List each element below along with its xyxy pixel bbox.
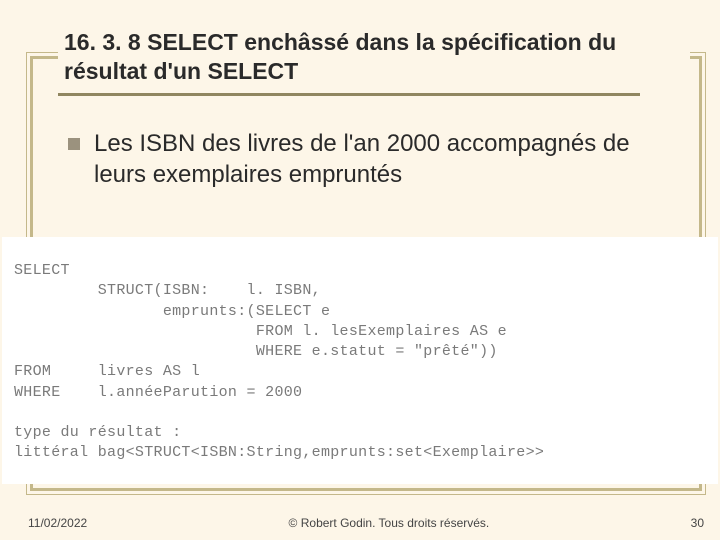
bullet-item: Les ISBN des livres de l'an 2000 accompa… bbox=[68, 128, 680, 190]
code-block: SELECT STRUCT(ISBN: l. ISBN, emprunts:(S… bbox=[2, 237, 718, 484]
square-bullet-icon bbox=[68, 138, 80, 150]
bullet-text: Les ISBN des livres de l'an 2000 accompa… bbox=[94, 128, 680, 190]
code-content: SELECT STRUCT(ISBN: l. ISBN, emprunts:(S… bbox=[14, 261, 706, 464]
title-underline bbox=[58, 93, 640, 96]
footer-copyright: © Robert Godin. Tous droits réservés. bbox=[87, 516, 690, 530]
slide-title: 16. 3. 8 SELECT enchâssé dans la spécifi… bbox=[64, 28, 684, 86]
footer: 11/02/2022 © Robert Godin. Tous droits r… bbox=[0, 516, 720, 530]
footer-date: 11/02/2022 bbox=[28, 516, 87, 530]
title-box: 16. 3. 8 SELECT enchâssé dans la spécifi… bbox=[58, 18, 690, 98]
slide-body: Les ISBN des livres de l'an 2000 accompa… bbox=[68, 128, 680, 190]
footer-page-number: 30 bbox=[691, 516, 704, 530]
slide: 16. 3. 8 SELECT enchâssé dans la spécifi… bbox=[0, 0, 720, 540]
